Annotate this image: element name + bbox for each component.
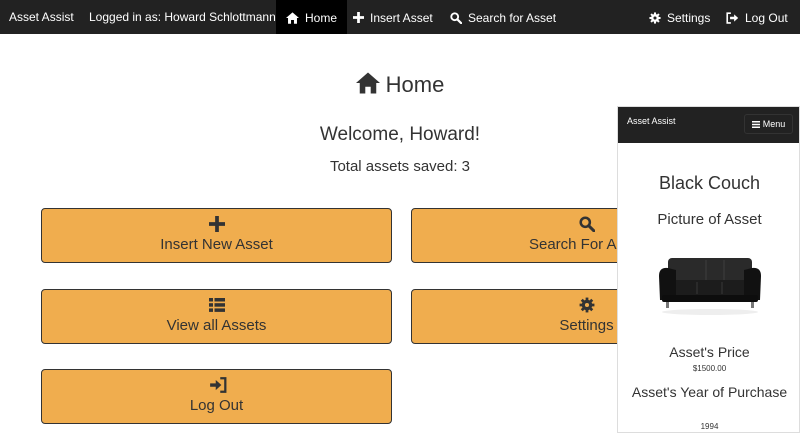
log-out-button[interactable]: Log Out [41,369,392,424]
view-all-assets-button[interactable]: View all Assets [41,289,392,344]
year-value: 1994 [700,422,719,431]
gear-icon [579,297,595,313]
logged-in-text: Logged in as: Howard Schlottmann [89,10,276,24]
nav-search-asset[interactable]: Search for Asset [450,0,556,34]
nav-search-asset-label: Search for Asset [468,10,557,25]
top-navbar: Asset Assist Logged in as: Howard Schlot… [0,0,800,34]
list-icon [208,297,225,313]
search-icon [450,12,462,24]
price-value: $1500.00 [692,364,727,373]
page-title-text: Home [385,72,445,97]
mobile-navbar: Asset Assist Menu [618,107,799,143]
nav-home[interactable]: Home [276,0,348,34]
page-title: Home [0,72,800,100]
plus-icon [208,216,225,232]
nav-logout-label: Log Out [745,10,788,25]
home-icon [286,12,299,24]
log-out-label: Log Out [189,397,244,414]
mobile-preview-panel: Asset Assist Menu Black Couch Picture of… [617,106,800,433]
year-label: Asset's Year of Purchase [631,384,788,400]
logout-icon [726,12,739,24]
picture-label: Picture of Asset [657,211,762,228]
gear-icon [649,12,661,24]
mobile-menu-button[interactable]: Menu [744,114,793,134]
nav-home-label: Home [305,10,338,25]
nav-insert-asset-label: Insert Asset [370,10,433,25]
price-label: Asset's Price [669,344,750,360]
mobile-brand-link[interactable]: Asset Assist [627,116,676,126]
search-icon [578,216,595,232]
nav-insert-asset[interactable]: Insert Asset [353,0,433,34]
home-icon [355,72,380,100]
asset-picture [656,250,764,318]
nav-logout[interactable]: Log Out [726,0,788,34]
insert-new-asset-label: Insert New Asset [160,236,273,253]
view-all-assets-label: View all Assets [166,317,267,334]
mobile-menu-label: Menu [762,119,786,129]
asset-name: Black Couch [658,173,761,193]
hamburger-icon [751,116,760,134]
nav-settings-label: Settings [667,10,711,25]
plus-icon [353,12,364,24]
insert-new-asset-button[interactable]: Insert New Asset [41,208,392,263]
nav-settings[interactable]: Settings [649,0,710,34]
login-icon [209,377,226,393]
brand-link[interactable]: Asset Assist [9,0,74,34]
